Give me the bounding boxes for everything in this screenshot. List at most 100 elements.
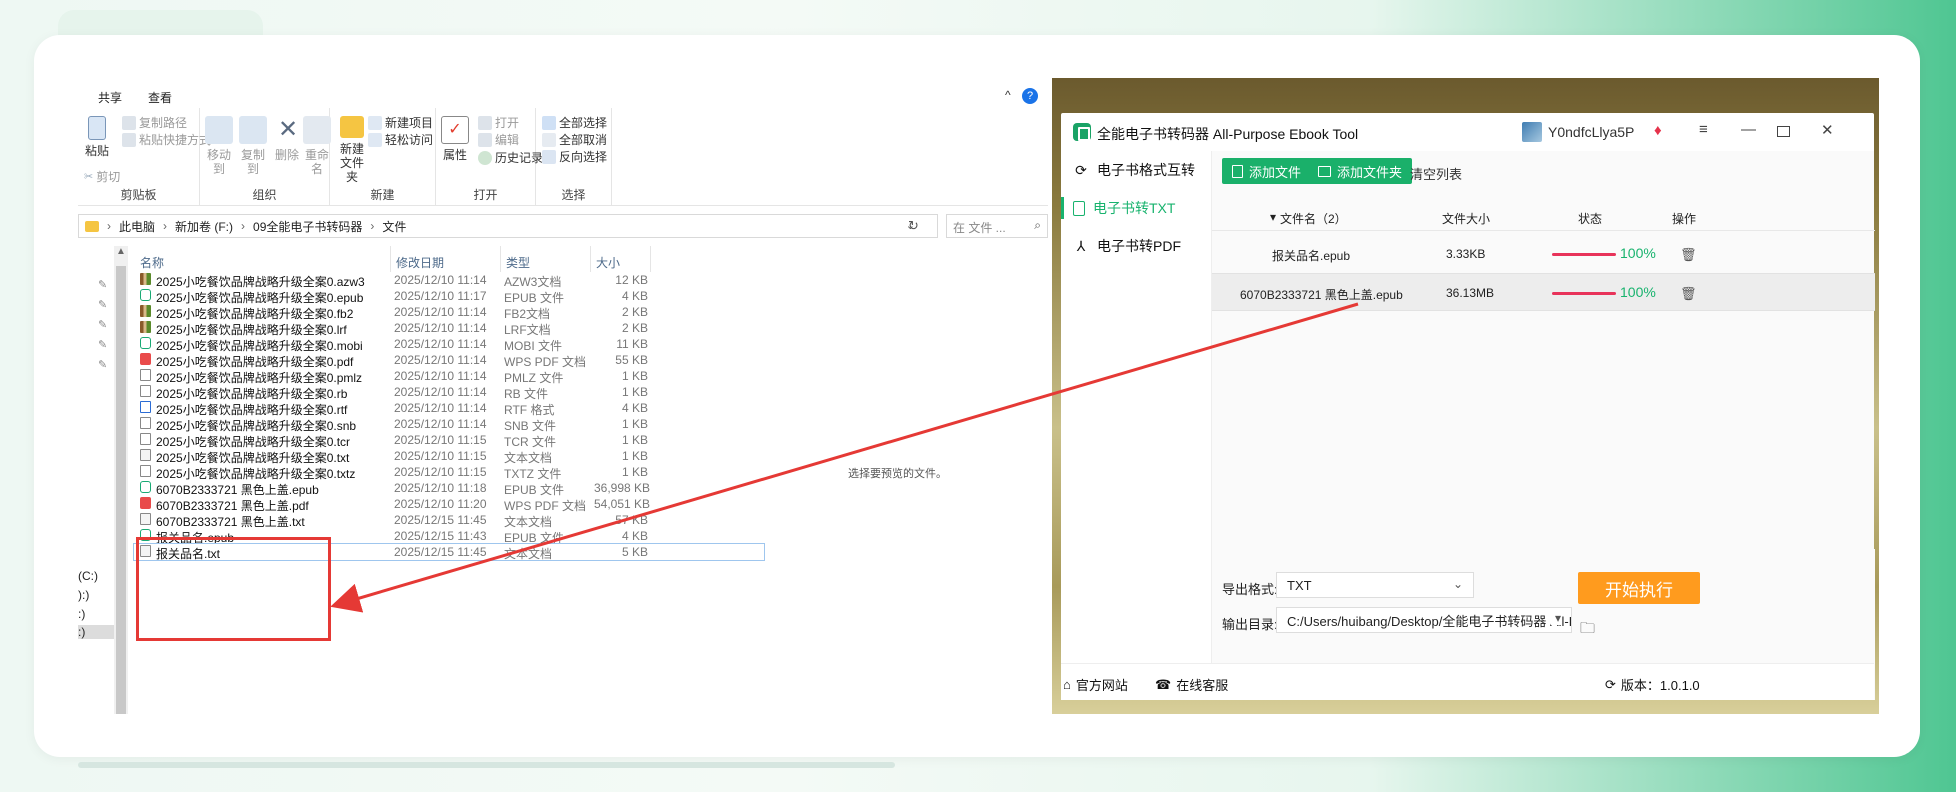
file-row[interactable]: 2025小吃餐饮品牌战略升级全案0.rb 2025/12/10 11:14 RB 文…	[134, 384, 764, 401]
file-row[interactable]: 6070B2333721 黑色上盖.epub 2025/12/10 11:18 EP…	[134, 480, 764, 497]
move-to-button[interactable]: 移动到	[204, 116, 234, 176]
select-all-button[interactable]: 全部选择	[542, 114, 607, 131]
file-row[interactable]: 2025小吃餐饮品牌战略升级全案0.tcr 2025/12/10 11:15 TCR…	[134, 432, 764, 449]
home-icon: ⌂	[1063, 677, 1071, 692]
column-divider[interactable]	[390, 246, 391, 272]
search-input[interactable]: 在 文件 ... ⌕	[946, 214, 1048, 238]
txt-icon	[140, 513, 151, 525]
scroll-up-icon[interactable]: ▲	[116, 246, 126, 257]
nav-scrollbar[interactable]: ▲	[114, 246, 128, 714]
pin-icon[interactable]: ✎	[98, 358, 107, 371]
file-date: 2025/12/10 11:14	[394, 401, 487, 415]
website-link[interactable]: ⌂ 官方网站	[1063, 675, 1128, 694]
pin-icon[interactable]: ✎	[98, 338, 107, 351]
username[interactable]: Y0ndfcLlya5P	[1548, 124, 1634, 140]
history-button[interactable]: 历史记录	[478, 149, 543, 166]
pdf-icon: ⅄	[1076, 238, 1086, 254]
file-row[interactable]: 2025小吃餐饮品牌战略升级全案0.snb 2025/12/10 11:14 SNB…	[134, 416, 764, 433]
search-icon: ⌕	[1034, 218, 1041, 232]
sidebar-item-to-pdf[interactable]: ⅄ 电子书转PDF	[1061, 227, 1211, 265]
file-row[interactable]: 2025小吃餐饮品牌战略升级全案0.mobi 2025/12/10 11:14 MO…	[134, 336, 764, 353]
column-divider[interactable]	[500, 246, 501, 272]
cut-button[interactable]: ✂ 剪切	[84, 168, 120, 185]
file-row[interactable]: 2025小吃餐饮品牌战略升级全案0.pdf 2025/12/10 11:14 WPS…	[134, 352, 764, 369]
file-row[interactable]: 2025小吃餐饮品牌战略升级全案0.rtf 2025/12/10 11:14 RTF…	[134, 400, 764, 417]
column-divider[interactable]	[650, 246, 651, 272]
pin-icon[interactable]: ✎	[98, 278, 107, 291]
file-row[interactable]: 6070B2333721 黑色上盖.pdf 2025/12/10 11:20 WPS…	[134, 496, 764, 513]
file-row[interactable]: 2025小吃餐饮品牌战略升级全案0.epub 2025/12/10 11:17 EP…	[134, 288, 764, 305]
avatar[interactable]	[1522, 122, 1542, 142]
rename-button[interactable]: 重命名	[302, 116, 332, 176]
start-button[interactable]: 开始执行	[1578, 572, 1700, 604]
copy-path-button[interactable]: 复制路径	[122, 114, 187, 131]
scrollbar-thumb[interactable]	[116, 266, 126, 714]
tab-share[interactable]: 共享	[98, 89, 122, 106]
nav-drive-e[interactable]: :)	[78, 607, 85, 621]
breadcrumb-this-pc[interactable]: 此电脑	[119, 218, 155, 235]
epub-icon	[140, 337, 151, 349]
vip-diamond-icon[interactable]: ♦	[1654, 122, 1662, 139]
maximize-icon[interactable]	[1777, 126, 1790, 137]
menu-icon[interactable]: ≡	[1699, 121, 1708, 138]
file-row[interactable]: 2025小吃餐饮品牌战略升级全案0.txt 2025/12/10 11:15 文本文…	[134, 448, 764, 465]
column-date[interactable]: 修改日期	[396, 254, 444, 271]
file-row[interactable]: 6070B2333721 黑色上盖.txt 2025/12/15 11:45 文本文…	[134, 512, 764, 529]
support-link[interactable]: ☎ 在线客服	[1155, 675, 1228, 694]
easy-access-button[interactable]: 轻松访问	[368, 131, 433, 148]
column-type[interactable]: 类型	[506, 254, 530, 271]
add-folder-button[interactable]: 添加文件夹	[1308, 158, 1413, 184]
file-row[interactable]: 2025小吃餐饮品牌战略升级全案0.lrf 2025/12/10 11:14 LRF…	[134, 320, 764, 337]
new-folder-button[interactable]: 新建 文件夹	[336, 116, 368, 184]
trash-icon[interactable]: 🗑	[1680, 247, 1697, 263]
column-filename[interactable]: 文件名（2）	[1280, 210, 1347, 227]
file-row[interactable]: 2025小吃餐饮品牌战略升级全案0.fb2 2025/12/10 11:14 FB2…	[134, 304, 764, 321]
copy-to-button[interactable]: 复制到	[238, 116, 268, 176]
close-icon[interactable]: ✕	[1821, 121, 1834, 139]
column-name[interactable]: 名称	[140, 254, 164, 271]
nav-drive-c[interactable]: (C:)	[78, 569, 98, 583]
help-icon[interactable]: ?	[1022, 88, 1038, 104]
breadcrumb-files[interactable]: 文件	[382, 218, 406, 235]
column-divider[interactable]	[590, 246, 591, 272]
open-folder-icon[interactable]: 🗀	[1580, 618, 1595, 643]
file-row[interactable]: 2025小吃餐饮品牌战略升级全案0.pmlz 2025/12/10 11:14 PM…	[134, 368, 764, 385]
column-filesize: 文件大小	[1442, 212, 1491, 226]
minimize-icon[interactable]: —	[1741, 121, 1756, 138]
file-size: 1 KB	[621, 433, 648, 447]
sidebar-item-to-txt[interactable]: 电子书转TXT	[1061, 189, 1211, 227]
breadcrumb-drive[interactable]: 新加卷 (F:)	[175, 218, 233, 235]
task-row[interactable]: 6070B2333721 黑色上盖.epub 36.13MB 100% 🗑	[1212, 273, 1875, 311]
breadcrumb-app-folder[interactable]: 09全能电子书转码器	[253, 218, 362, 235]
task-row[interactable]: 报关品名.epub 3.33KB 100% 🗑	[1212, 235, 1875, 273]
open-button[interactable]: 打开	[478, 114, 519, 131]
invert-selection-button[interactable]: 反向选择	[542, 148, 607, 165]
properties-button[interactable]: ✓ 属性	[440, 116, 470, 162]
column-size[interactable]: 大小	[596, 254, 620, 271]
sidebar-item-format-convert[interactable]: ⟳ 电子书格式互转	[1061, 151, 1211, 189]
paste-shortcut-button[interactable]: 粘贴快捷方式	[122, 131, 211, 148]
delete-button[interactable]: ✕ 删除	[274, 116, 300, 162]
tab-view[interactable]: 查看	[148, 89, 172, 106]
refresh-icon[interactable]: ↻	[908, 218, 919, 234]
file-row[interactable]: 2025小吃餐饮品牌战略升级全案0.txtz 2025/12/10 11:15 TX…	[134, 464, 764, 481]
collapse-ribbon-icon[interactable]: ^	[1005, 88, 1011, 102]
nav-drive-d[interactable]: ):)	[78, 588, 89, 602]
trash-icon[interactable]: 🗑	[1680, 286, 1697, 302]
file-date: 2025/12/10 11:14	[394, 353, 487, 367]
clear-list-button[interactable]: 清空列表	[1410, 164, 1462, 183]
sort-desc-icon[interactable]: ▾	[1270, 210, 1276, 224]
output-format-select[interactable]: TXT ⌄	[1276, 572, 1474, 598]
pin-icon[interactable]: ✎	[98, 318, 107, 331]
file-row[interactable]: 2025小吃餐饮品牌战略升级全案0.azw3 2025/12/10 11:14 AZ…	[134, 272, 764, 289]
new-item-button[interactable]: 新建项目	[368, 114, 433, 131]
select-none-button[interactable]: 全部取消	[542, 131, 607, 148]
output-dir-select[interactable]: C:/Users/huibang/Desktop/全能电子书转码器 All-Pu…	[1276, 607, 1572, 633]
add-file-button[interactable]: 添加文件	[1222, 158, 1312, 184]
file-size: 57 KB	[615, 513, 648, 527]
paste-button[interactable]: 粘贴	[82, 116, 112, 158]
edit-button[interactable]: 编辑	[478, 131, 519, 148]
breadcrumb[interactable]: › 此电脑 › 新加卷 (F:) › 09全能电子书转码器 › 文件 ⌄	[78, 214, 938, 238]
pin-icon[interactable]: ✎	[98, 298, 107, 311]
nav-drive-f[interactable]: :)	[78, 625, 114, 639]
